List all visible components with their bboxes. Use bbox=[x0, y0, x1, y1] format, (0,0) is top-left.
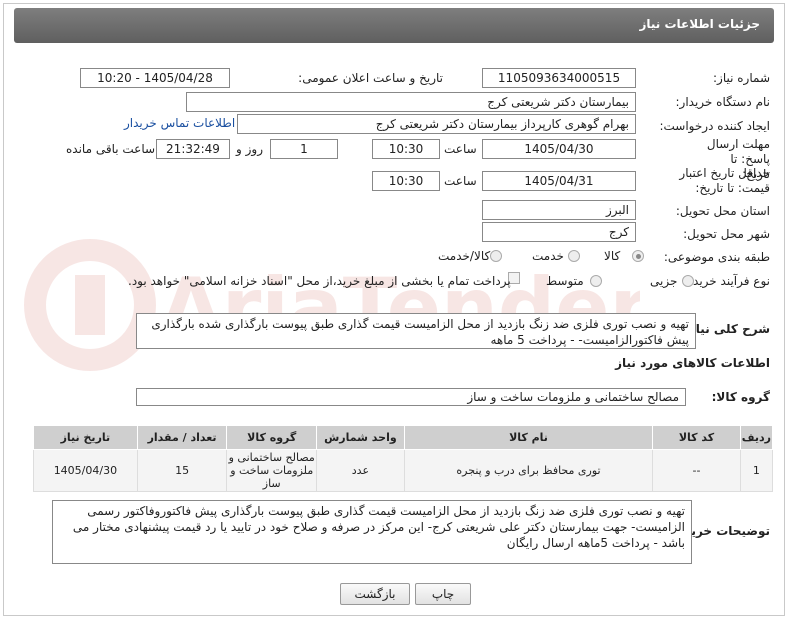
price-validity-label: حداقل تاریخ اعتبار قیمت: تا تاریخ: bbox=[679, 166, 770, 195]
city-field: کرج bbox=[482, 222, 636, 242]
category-radio-goods-service[interactable] bbox=[490, 250, 502, 262]
col-qty-header: تعداد / مقدار bbox=[136, 425, 228, 450]
cell-row: 1 bbox=[739, 449, 774, 492]
cell-name: توری محافظ برای درب و پنجره bbox=[403, 449, 654, 492]
validity-date-field: 1405/04/31 bbox=[482, 171, 636, 191]
goods-group-label: گروه کالا: bbox=[711, 390, 770, 404]
col-unit-header: واحد شمارش bbox=[316, 425, 405, 450]
category-label: طبقه بندی موضوعی: bbox=[663, 250, 770, 264]
need-number-label: شماره نیاز: bbox=[713, 71, 770, 85]
col-row-header: ردیف bbox=[739, 425, 774, 450]
reply-date-field: 1405/04/30 bbox=[482, 139, 636, 159]
col-name-header: نام کالا bbox=[403, 425, 654, 450]
goods-group-field: مصالح ساختمانی و ملزومات ساخت و ساز bbox=[136, 388, 686, 406]
goods-info-heading: اطلاعات کالاهای مورد نیاز bbox=[615, 356, 770, 370]
process-radio-minor[interactable] bbox=[682, 275, 694, 287]
print-button[interactable]: چاپ bbox=[415, 583, 471, 605]
goods-table: ردیف کد کالا نام کالا واحد شمارش گروه کا… bbox=[33, 425, 774, 492]
cell-date: 1405/04/30 bbox=[33, 449, 138, 492]
cell-code: -- bbox=[652, 449, 741, 492]
contact-buyer-link[interactable]: اطلاعات تماس خریدار bbox=[124, 116, 235, 130]
description-label: شرح کلی نیاز: bbox=[684, 322, 770, 336]
requester-field: بهرام گوهری کارپرداز بیمارستان دکتر شریع… bbox=[237, 114, 636, 134]
goods-table-header-row: ردیف کد کالا نام کالا واحد شمارش گروه کا… bbox=[33, 425, 774, 450]
reply-time-label: ساعت bbox=[444, 142, 477, 156]
buyer-notes-field: تهیه و نصب توری فلزی ضد زنگ بازدید از مح… bbox=[52, 500, 692, 564]
validity-time-field: 10:30 bbox=[372, 171, 440, 191]
cell-qty: 15 bbox=[136, 449, 228, 492]
process-medium-label: متوسط bbox=[546, 274, 584, 288]
table-row: 1 -- توری محافظ برای درب و پنجره عدد مصا… bbox=[33, 449, 774, 492]
description-field: تهیه و نصب توری فلزی ضد زنگ بازدید از مح… bbox=[136, 313, 696, 349]
need-number-field: 1105093634000515 bbox=[482, 68, 636, 88]
category-radio-service[interactable] bbox=[568, 250, 580, 262]
province-field: البرز bbox=[482, 200, 636, 220]
process-minor-label: جزیی bbox=[650, 274, 678, 288]
category-goods-service-label: کالا/خدمت bbox=[438, 249, 491, 263]
reply-days-field: 1 bbox=[270, 139, 338, 159]
col-code-header: کد کالا bbox=[652, 425, 741, 450]
page-title: جزئیات اطلاعات نیاز bbox=[639, 17, 760, 31]
day-and-label: روز و bbox=[236, 142, 263, 156]
province-label: استان محل تحویل: bbox=[675, 204, 770, 218]
category-radio-goods[interactable] bbox=[632, 250, 644, 262]
validity-time-label: ساعت bbox=[444, 174, 477, 188]
page-header: جزئیات اطلاعات نیاز bbox=[14, 8, 774, 43]
reply-time-field: 10:30 bbox=[372, 139, 440, 159]
category-goods-label: کالا bbox=[604, 249, 621, 263]
process-radio-medium[interactable] bbox=[590, 275, 602, 287]
treasury-payment-note: پرداخت تمام یا بخشی از مبلغ خرید،از محل … bbox=[128, 274, 511, 288]
back-button[interactable]: بازگشت bbox=[340, 583, 410, 605]
buyer-org-field: بیمارستان دکتر شریعتی کرج bbox=[186, 92, 636, 112]
category-service-label: خدمت bbox=[532, 249, 564, 263]
remaining-label: ساعت باقی مانده bbox=[66, 142, 156, 156]
col-group-header: گروه کالا bbox=[226, 425, 318, 450]
process-type-label: نوع فرآیند خرید : bbox=[685, 274, 770, 288]
city-label: شهر محل تحویل: bbox=[683, 227, 770, 241]
col-date-header: تاریخ نیاز bbox=[33, 425, 138, 450]
announce-datetime-field: 1405/04/28 - 10:20 bbox=[80, 68, 230, 88]
requester-label: ایجاد کننده درخواست: bbox=[659, 119, 770, 133]
cell-unit: عدد bbox=[316, 449, 405, 492]
announce-datetime-label: تاریخ و ساعت اعلان عمومی: bbox=[298, 71, 443, 85]
buyer-org-label: نام دستگاه خریدار: bbox=[675, 95, 771, 109]
cell-group: مصالح ساختمانی و ملزومات ساخت و ساز bbox=[226, 449, 318, 492]
remaining-time-field: 21:32:49 bbox=[156, 139, 230, 159]
